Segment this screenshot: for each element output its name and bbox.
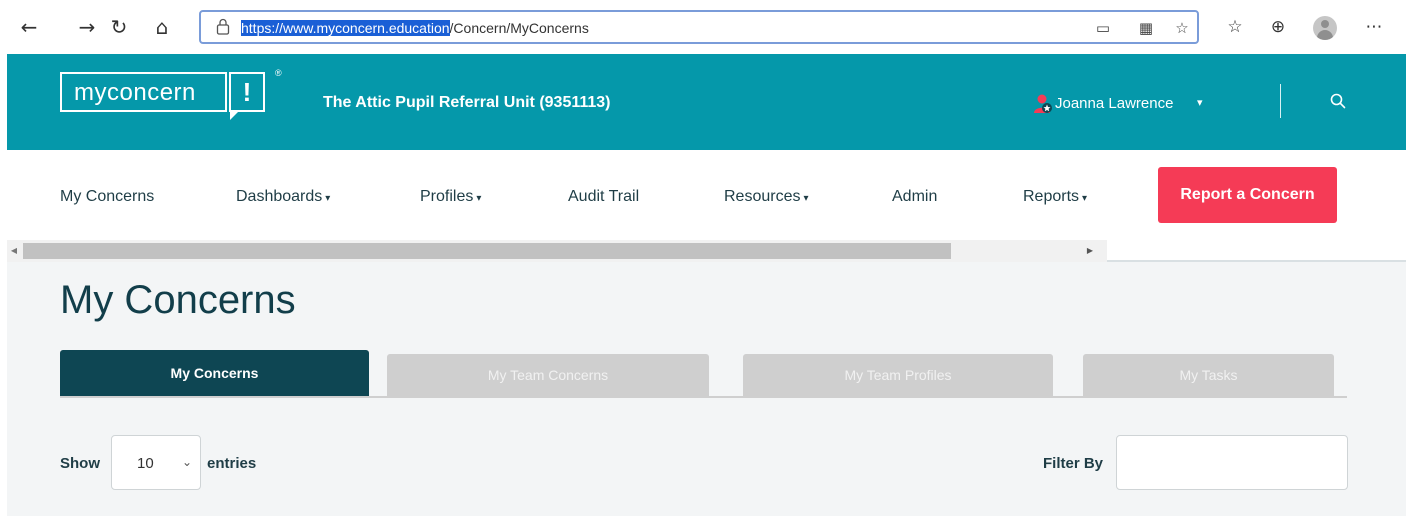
profile-avatar[interactable] — [1313, 16, 1337, 40]
search-icon[interactable] — [1330, 93, 1346, 109]
school-name: The Attic Pupil Referral Unit (9351113) — [323, 94, 611, 111]
nav-item-label: Profiles — [420, 188, 474, 205]
logo-mark: ! — [229, 72, 265, 112]
url-host: https://www.myconcern.education — [241, 20, 450, 36]
url-path: /Concern/MyConcerns — [449, 20, 589, 36]
nav-item-label: My Concerns — [60, 188, 155, 205]
nav-reports[interactable]: Reports ▾ — [1023, 188, 1087, 206]
address-bar[interactable]: https://www.myconcern.education/Concern/… — [199, 10, 1199, 44]
nav-item-label: Reports — [1023, 188, 1080, 205]
page-title: My Concerns — [60, 278, 296, 322]
nav-item-label: Dashboards — [236, 188, 323, 205]
refresh-icon[interactable]: ↻ — [106, 14, 132, 40]
chevron-down-icon: ⌄ — [182, 455, 193, 469]
app-available-icon[interactable]: ▦ — [1137, 19, 1155, 37]
caret-down-icon: ▾ — [325, 193, 331, 204]
nav-item-label: Audit Trail — [568, 188, 640, 205]
chevron-down-icon: ▾ — [1197, 96, 1203, 109]
tabs-underline — [60, 396, 1347, 398]
user-icon — [1034, 94, 1052, 113]
caret-down-icon: ▾ — [476, 193, 482, 204]
caret-down-icon: ▾ — [1082, 193, 1088, 204]
filter-by-label: Filter By — [1043, 455, 1104, 472]
entries-select[interactable]: 10 ⌄ — [111, 435, 201, 490]
scroll-right-icon[interactable]: ▶ — [1083, 244, 1097, 258]
site-header: myconcern ! ® The Attic Pupil Referral U… — [7, 54, 1406, 150]
entries-value: 10 — [137, 455, 154, 472]
report-a-concern-button[interactable]: Report a Concern — [1158, 167, 1337, 223]
browser-toolbar: ← → ↻ ⌂ https://www.myconcern.education/… — [0, 0, 1406, 54]
collections-icon[interactable]: ⊕ — [1266, 15, 1290, 39]
logo-text: myconcern — [74, 79, 196, 106]
show-label: Show — [60, 455, 100, 472]
url-text[interactable]: https://www.myconcern.education/Concern/… — [241, 20, 589, 36]
nav-resources[interactable]: Resources ▾ — [724, 188, 809, 206]
scrollbar-thumb[interactable] — [23, 243, 951, 259]
back-arrow-icon[interactable]: ← — [16, 14, 42, 40]
caret-down-icon: ▾ — [803, 193, 809, 204]
favorites-icon[interactable]: ☆ — [1223, 15, 1247, 39]
nav-profiles[interactable]: Profiles ▾ — [420, 188, 481, 206]
logo-registered-mark: ® — [275, 68, 282, 78]
tab-my-team-profiles[interactable]: My Team Profiles — [743, 354, 1053, 396]
logo-tail — [230, 110, 240, 120]
nav-item-label: Resources — [724, 188, 801, 205]
user-name: Joanna Lawrence — [1055, 95, 1174, 112]
main-nav: My Concerns Dashboards ▾ Profiles ▾ Audit … — [7, 150, 1406, 240]
home-icon[interactable]: ⌂ — [149, 14, 175, 40]
scroll-left-icon[interactable]: ◀ — [7, 244, 21, 258]
nav-admin[interactable]: Admin — [892, 188, 937, 206]
logo-box: myconcern — [60, 72, 227, 112]
tab-my-team-concerns[interactable]: My Team Concerns — [387, 354, 709, 396]
tab-my-concerns[interactable]: My Concerns — [60, 350, 369, 396]
nav-dashboards[interactable]: Dashboards ▾ — [236, 188, 330, 206]
nav-my-concerns[interactable]: My Concerns — [60, 188, 154, 206]
read-aloud-icon[interactable]: ▭ — [1094, 19, 1112, 37]
add-favorite-icon[interactable]: ☆ — [1173, 19, 1191, 37]
entries-label: entries — [207, 455, 257, 472]
tab-my-tasks[interactable]: My Tasks — [1083, 354, 1334, 396]
nav-audit-trail[interactable]: Audit Trail — [568, 188, 639, 206]
main-content: My Concerns My Concerns My Team Concerns… — [7, 262, 1406, 516]
lock-icon — [216, 18, 230, 35]
forward-arrow-icon[interactable]: → — [74, 14, 100, 40]
more-menu-icon[interactable]: ⋯ — [1362, 15, 1386, 39]
filter-input[interactable] — [1116, 435, 1348, 490]
header-divider — [1280, 84, 1281, 118]
horizontal-scrollbar[interactable]: ◀ ▶ — [7, 240, 1107, 262]
nav-item-label: Admin — [892, 188, 938, 205]
